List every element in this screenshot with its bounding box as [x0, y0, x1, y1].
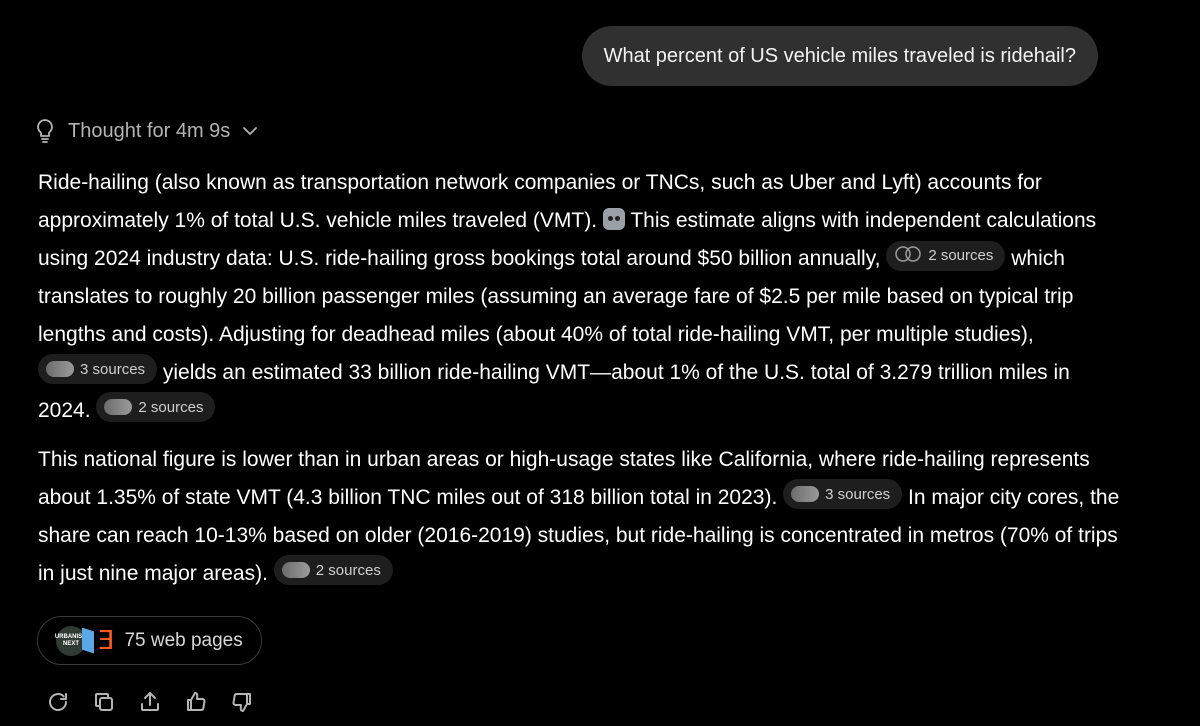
source-thumbnail-icon	[46, 361, 74, 377]
sources-count: 2 sources	[928, 247, 994, 264]
user-message-text: What percent of US vehicle miles travele…	[603, 44, 1076, 67]
source-thumbnail-icon	[894, 245, 922, 266]
message-actions	[46, 690, 254, 714]
user-message-bubble: What percent of US vehicle miles travele…	[581, 26, 1098, 86]
source-thumbnail-icon	[281, 562, 310, 578]
sources-chip[interactable]: 2 sources	[96, 392, 216, 422]
web-pages-button[interactable]: URBANISM NEXT Ǝ 75 web pages	[37, 616, 262, 665]
source-logos: URBANISM NEXT Ǝ	[55, 625, 115, 656]
source-thumbnail-icon	[791, 486, 820, 502]
e-logo-icon: Ǝ	[98, 625, 115, 656]
sources-chip[interactable]: 2 sources	[273, 555, 393, 585]
robot-emoji-icon	[602, 208, 625, 230]
thought-toggle[interactable]: Thought for 4m 9s	[34, 118, 258, 144]
sources-chip[interactable]: 3 sources	[783, 479, 903, 509]
answer-paragraph-2: This national figure is lower than in ur…	[38, 441, 1123, 593]
sources-count: 3 sources	[80, 360, 146, 378]
urbanism-next-logo: URBANISM NEXT	[55, 625, 87, 656]
sources-chip[interactable]: 3 sources	[38, 354, 158, 384]
lightbulb-icon	[34, 118, 56, 144]
thought-label: Thought for 4m 9s	[68, 119, 231, 142]
sources-count: 2 sources	[138, 398, 204, 416]
sources-chip[interactable]: 2 sources	[886, 240, 1006, 271]
thumbs-down-icon[interactable]	[230, 690, 254, 714]
regenerate-icon[interactable]	[46, 690, 70, 714]
answer-paragraph-1: Ride-hailing (also known as transportati…	[38, 164, 1123, 430]
thumbs-up-icon[interactable]	[184, 690, 208, 714]
web-pages-label: 75 web pages	[124, 629, 243, 651]
flag-logo-icon	[82, 627, 94, 654]
chevron-down-icon	[242, 125, 258, 137]
sources-count: 3 sources	[825, 485, 891, 503]
source-thumbnail-icon	[104, 399, 133, 415]
copy-icon[interactable]	[92, 690, 116, 714]
assistant-answer: Ride-hailing (also known as transportati…	[38, 164, 1123, 604]
sources-count: 2 sources	[315, 561, 381, 579]
share-icon[interactable]	[138, 690, 162, 714]
